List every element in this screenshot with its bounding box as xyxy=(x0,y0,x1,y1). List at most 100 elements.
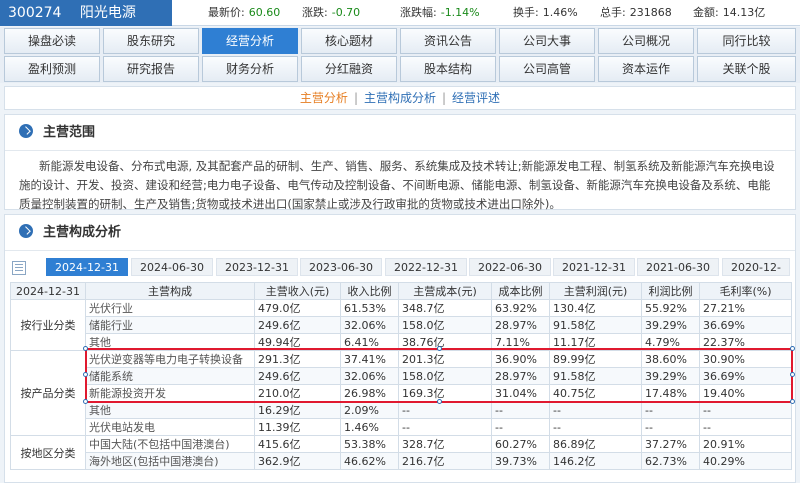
value-cell: 130.4亿 xyxy=(549,299,642,317)
item-name-cell: 新能源投资开发 xyxy=(85,384,255,402)
resize-handle[interactable] xyxy=(83,372,88,377)
value-cell: 4.79% xyxy=(641,333,700,351)
value-cell: 61.53% xyxy=(340,299,399,317)
value-cell: 63.92% xyxy=(491,299,550,317)
quote-volume: 总手: 231868 xyxy=(600,6,672,19)
value-cell: 7.11% xyxy=(491,333,550,351)
nav-item[interactable]: 公司概况 xyxy=(598,28,694,54)
value-cell: 27.21% xyxy=(699,299,792,317)
nav-item[interactable]: 关联个股 xyxy=(697,56,796,82)
value-cell: 249.6亿 xyxy=(254,316,341,334)
value-cell: 415.6亿 xyxy=(254,435,341,453)
sub-nav: 主营分析 | 主营构成分析 | 经营评述 xyxy=(4,86,796,110)
column-header: 主营成本(元) xyxy=(398,282,492,300)
quote-change-pct: 涨跌幅: -1.14% xyxy=(400,6,480,19)
list-icon[interactable] xyxy=(12,261,26,275)
table-row: 储能系统 249.6亿 32.06% 158.0亿 28.97% 91.58亿 39.29%… xyxy=(11,367,792,385)
date-tab[interactable]: 2023-06-30 xyxy=(300,258,382,276)
value-cell: 36.69% xyxy=(699,316,792,334)
value-cell: 28.97% xyxy=(491,316,550,334)
value-cell: 49.94亿 xyxy=(254,333,341,351)
date-tab[interactable]: 2021-06-30 xyxy=(637,258,719,276)
value-cell: 348.7亿 xyxy=(398,299,492,317)
date-tab[interactable]: 2024-06-30 xyxy=(131,258,213,276)
date-tab[interactable]: 2022-06-30 xyxy=(469,258,551,276)
date-tab-active[interactable]: 2024-12-31 xyxy=(46,258,128,276)
column-header: 收入比例 xyxy=(340,282,399,300)
value-cell: -- xyxy=(641,418,700,436)
value-cell: 1.46% xyxy=(340,418,399,436)
nav-item[interactable]: 股东研究 xyxy=(103,28,199,54)
resize-handle[interactable] xyxy=(790,346,795,351)
value-cell: 62.73% xyxy=(641,452,700,470)
subnav-composition[interactable]: 主营构成分析 xyxy=(364,91,436,105)
quote-turnover: 换手: 1.46% xyxy=(513,6,578,19)
value-cell: -- xyxy=(641,401,700,419)
section-bullet-icon xyxy=(19,224,33,238)
resize-handle[interactable] xyxy=(437,399,442,404)
resize-handle[interactable] xyxy=(437,346,442,351)
value-cell: 16.29亿 xyxy=(254,401,341,419)
value-cell: 91.58亿 xyxy=(549,367,642,385)
item-name-cell: 其他 xyxy=(85,401,255,419)
table-row: 储能行业 249.6亿 32.06% 158.0亿 28.97% 91.58亿 39.29%… xyxy=(11,316,792,334)
category-cell: 按行业分类 xyxy=(10,299,86,351)
resize-handle[interactable] xyxy=(83,399,88,404)
nav-item[interactable]: 操盘必读 xyxy=(4,28,100,54)
nav-item[interactable]: 股本结构 xyxy=(400,56,496,82)
value-cell: 55.92% xyxy=(641,299,700,317)
value-cell: 31.04% xyxy=(491,384,550,402)
value-cell: 22.37% xyxy=(699,333,792,351)
nav-item[interactable]: 研究报告 xyxy=(103,56,199,82)
value-cell: 53.38% xyxy=(340,435,399,453)
value-cell: 26.98% xyxy=(340,384,399,402)
value-cell: 2.09% xyxy=(340,401,399,419)
nav-item[interactable]: 资本运作 xyxy=(598,56,694,82)
column-header: 主营利润(元) xyxy=(549,282,642,300)
value-cell: 36.69% xyxy=(699,367,792,385)
nav-item[interactable]: 核心题材 xyxy=(301,28,397,54)
value-cell: -- xyxy=(398,401,492,419)
value-cell: 20.91% xyxy=(699,435,792,453)
value-cell: 91.58亿 xyxy=(549,316,642,334)
nav-item[interactable]: 盈利预测 xyxy=(4,56,100,82)
date-tabs: 2024-12-31 2024-06-30 2023-12-31 2023-06… xyxy=(4,258,796,280)
value-cell: 39.29% xyxy=(641,367,700,385)
nav-item[interactable]: 公司高管 xyxy=(499,56,595,82)
item-name-cell: 中国大陆(不包括中国港澳台) xyxy=(85,435,255,453)
value-cell: 362.9亿 xyxy=(254,452,341,470)
nav-item-active[interactable]: 经营分析 xyxy=(202,28,298,54)
subnav-review[interactable]: 经营评述 xyxy=(452,91,500,105)
nav-item[interactable]: 资讯公告 xyxy=(400,28,496,54)
section-bullet-icon xyxy=(19,124,33,138)
date-tab[interactable]: 2021-12-31 xyxy=(553,258,635,276)
column-header: 主营构成 xyxy=(85,282,255,300)
date-tab[interactable]: 2022-12-31 xyxy=(385,258,467,276)
value-cell: 60.27% xyxy=(491,435,550,453)
value-cell: 249.6亿 xyxy=(254,367,341,385)
category-cell: 按产品分类 xyxy=(10,350,86,436)
item-name-cell: 储能系统 xyxy=(85,367,255,385)
value-cell: -- xyxy=(699,418,792,436)
nav-item[interactable]: 分红融资 xyxy=(301,56,397,82)
value-cell: 32.06% xyxy=(340,316,399,334)
nav-item[interactable]: 公司大事 xyxy=(499,28,595,54)
value-cell: -- xyxy=(491,401,550,419)
date-tab[interactable]: 2020-12- xyxy=(722,258,790,276)
stock-code: 300274 xyxy=(8,5,62,21)
subnav-main-analysis[interactable]: 主营分析 xyxy=(300,91,348,105)
quote-amount: 金额: 14.13亿 xyxy=(693,6,766,19)
resize-handle[interactable] xyxy=(790,399,795,404)
nav-item[interactable]: 同行比较 xyxy=(697,28,796,54)
value-cell: 11.17亿 xyxy=(549,333,642,351)
date-tab[interactable]: 2023-12-31 xyxy=(216,258,298,276)
column-header: 2024-12-31 xyxy=(10,282,86,300)
scope-title: 主营范围 xyxy=(5,115,795,151)
table-row: 海外地区(包括中国港澳台) 362.9亿 46.62% 216.7亿 39.73% 146… xyxy=(11,452,792,470)
value-cell: 89.99亿 xyxy=(549,350,642,368)
stock-header: 300274 阳光电源 最新价: 60.60 涨跌: -0.70 涨跌幅: -1.14… xyxy=(0,0,800,26)
resize-handle[interactable] xyxy=(83,346,88,351)
resize-handle[interactable] xyxy=(790,372,795,377)
table-row: 其他 16.29亿 2.09% -- -- -- -- -- xyxy=(11,401,792,419)
nav-item[interactable]: 财务分析 xyxy=(202,56,298,82)
